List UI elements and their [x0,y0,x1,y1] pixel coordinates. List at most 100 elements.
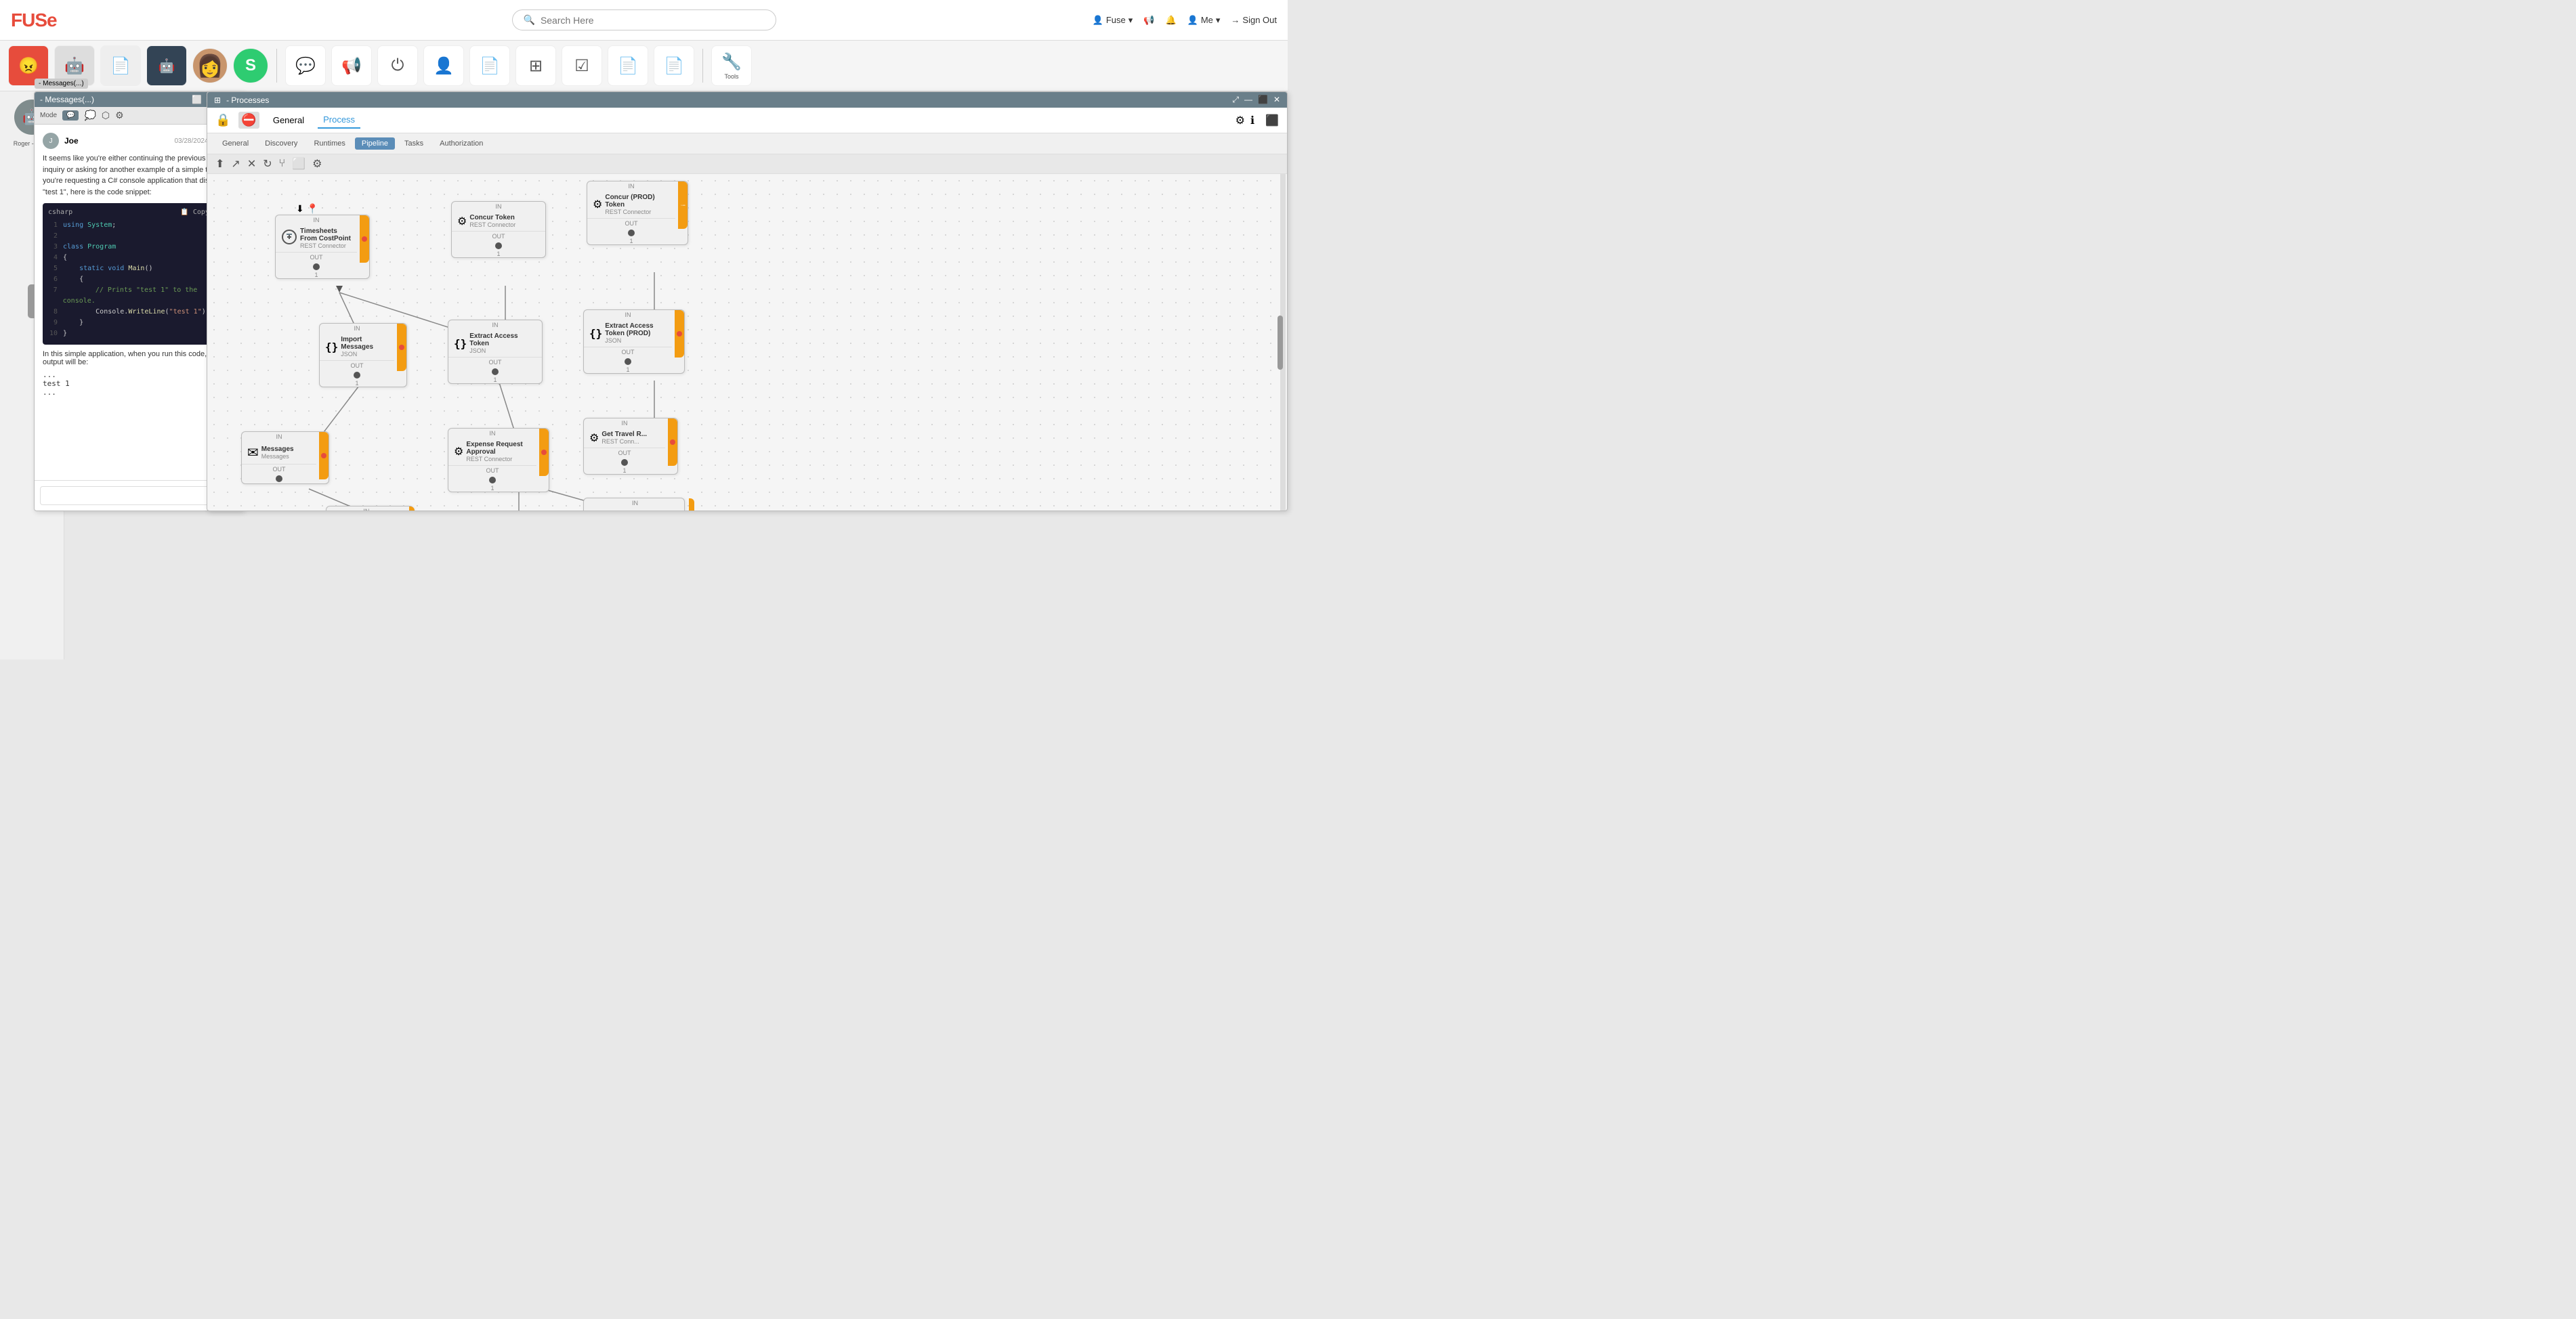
proc-window-icon[interactable]: ⬜ [292,157,305,171]
node-concur-prod-token[interactable]: IN ⚙ Concur (PROD) Token REST Connector … [587,181,688,245]
proc-toolbar: ⬆ ↗ ✕ ↻ ⑂ ⬜ ⚙ [207,154,1287,174]
proc-subtab-pipeline[interactable]: Pipeline [355,137,395,150]
proc-close-icon[interactable]: ✕ [1273,95,1280,105]
settings-icon[interactable]: ⚙ [115,110,124,121]
chevron-down-icon: ▾ [1128,15,1133,26]
doc4-icon: 📄 [664,56,684,76]
node-import-messages[interactable]: IN {} Import Messages JSON OUT 1 [319,323,407,387]
topbar-right: 👤 Fuse ▾ 📢 🔔 👤 Me ▾ → Sign Out [1093,15,1277,26]
side-scroll-handle[interactable] [28,284,35,318]
avatar-strip: 😠 🤖 📄 🤖 👩 S 💬 📢 ⏻ 👤 📄 ⊞ ☑ 📄 📄 🔧 [0,41,1288,91]
proc-tab-general[interactable]: General [268,112,310,128]
process-window: ⊞ - Processes ⤢ — ⬛ ✕ 🔒 ⛔ General Proces… [207,91,1288,511]
sign-out-button[interactable]: → Sign Out [1231,15,1277,25]
proc-subtab-general[interactable]: General [215,137,255,150]
avatar-doc2[interactable]: 📄 [469,45,510,86]
proc-gear-icon[interactable]: ⚙ [312,157,322,171]
logo-fus: FUS [11,9,47,30]
proc-header: 🔒 ⛔ General Process ⚙ ℹ ⬛ [207,108,1287,133]
proc-fork-icon[interactable]: ⑂ [279,158,286,170]
doc2-icon: 📄 [480,56,500,76]
network-icon[interactable]: ⬡ [102,110,110,121]
proc-info-icon[interactable]: ℹ [1250,114,1254,127]
ai-face-icon: 🤖 [159,58,175,74]
node-extract-access-token-prod[interactable]: IN {} Extract Access Token (PROD) JSON O… [583,309,685,374]
node-transformations-prod[interactable]: IN {} Transformations(PRO... JSON OUT 1 [583,498,685,511]
chat-mode-icon[interactable]: 💬 [62,110,79,121]
proc-subtab-discovery[interactable]: Discovery [258,137,304,150]
doc3-icon: 📄 [618,56,638,76]
chat-input[interactable] [40,486,225,505]
avatar-megaphone[interactable]: 📢 [331,45,372,86]
avatar-speech-bubble[interactable]: 💬 [285,45,326,86]
proc-import-icon[interactable]: ⬆ [215,157,224,171]
power-icon: ⏻ [392,56,404,75]
pipeline-canvas: IN Timesheets From [207,174,1287,511]
proc-settings-icon[interactable]: ⚙ [1236,114,1245,127]
checklist-icon: ☑ [574,56,589,76]
person-photo-icon: 👩 [196,53,224,79]
scrollbar-thumb[interactable] [1278,316,1283,370]
proc-subtab-runtimes[interactable]: Runtimes [307,137,352,150]
proc-subtab-authorization[interactable]: Authorization [433,137,490,150]
notification-icon[interactable]: 📢 [1143,15,1154,26]
search-bar[interactable]: 🔍 [512,9,776,30]
proc-tab-process[interactable]: Process [318,112,360,129]
proc-minimize-icon[interactable]: — [1244,95,1252,105]
node-get-travel[interactable]: IN ⚙ Get Travel R... REST Conn... OUT 1 [583,418,678,475]
avatar-person-photo[interactable]: 👩 [192,48,228,83]
node-concur-token[interactable]: IN ⚙ Concur Token REST Connector OUT 1 [451,201,546,258]
proc-lock-icon[interactable]: 🔒 [215,113,230,127]
avatar-checklist[interactable]: ☑ [562,45,602,86]
timesheets-node-icon [281,229,297,248]
proc-restore-icon[interactable]: ⬛ [1258,95,1268,105]
me-menu[interactable]: 👤 Me ▾ [1187,15,1221,26]
angry-face-icon: 😠 [18,56,39,76]
proc-title: - Processes [226,95,269,105]
avatar-power[interactable]: ⏻ [377,45,418,86]
avatar-doc3[interactable]: 📄 [608,45,648,86]
process-titlebar: ⊞ - Processes ⤢ — ⬛ ✕ [207,92,1287,108]
minimize-icon[interactable]: ⬜ [192,95,202,104]
search-input[interactable] [541,15,765,26]
avatar-person2[interactable]: 👤 [423,45,464,86]
bell-icon[interactable]: 🔔 [1165,15,1176,26]
joe-name: Joe [64,136,79,146]
green-s-letter: S [245,56,256,75]
avatar-ai-face[interactable]: 🤖 [146,45,187,86]
proc-close-x-icon[interactable]: ✕ [247,157,256,171]
proc-grid-icon: ⊞ [214,95,221,105]
joe-avatar: J [43,133,59,149]
search-icon: 🔍 [524,14,535,26]
node-timesheets[interactable]: IN Timesheets From [275,215,370,279]
avatar-table[interactable]: ⊞ [515,45,556,86]
node-extract-access-token[interactable]: IN {} Extract Access Token JSON OUT 1 [448,320,543,384]
chat-title: - Messages(...) [40,95,94,104]
mode-label: Mode [40,112,57,119]
proc-subtab-tasks[interactable]: Tasks [398,137,430,150]
proc-export-icon[interactable]: ↗ [231,157,240,171]
chevron-down-icon2: ▾ [1216,15,1221,26]
node-messages[interactable]: IN ✉ Messages Messages OUT [241,431,329,484]
document-icon: 📄 [110,56,131,76]
avatar-document[interactable]: 📄 [100,45,141,86]
person-icon: 👤 [1187,15,1198,26]
proc-fullscreen-icon[interactable]: ⬛ [1265,114,1279,127]
user-icon: 👤 [1093,15,1103,26]
proc-stop-icon[interactable]: ⛔ [238,112,259,129]
proc-expand-icon[interactable]: ⤢ [1232,95,1239,105]
proc-header-right: ⚙ ℹ ⬛ [1236,114,1279,127]
comment-icon[interactable]: 💭 [84,110,96,121]
node-expense-request[interactable]: IN ⚙ Expense Request Approval REST Conne… [448,428,549,492]
fuse-user-menu[interactable]: 👤 Fuse ▾ [1093,15,1133,26]
code-header: csharp 📋 Copy code [48,209,230,216]
avatar-wrench[interactable]: 🔧 Tools [711,45,752,86]
avatar-green-s[interactable]: S [233,48,268,83]
node-transformations[interactable]: IN {} Transformations JSON OUT [326,506,414,511]
app-logo: FUSe [11,9,57,31]
avatar-doc4[interactable]: 📄 [654,45,694,86]
megaphone-icon: 📢 [341,56,362,76]
topbar: FUSe 🔍 👤 Fuse ▾ 📢 🔔 👤 Me ▾ → Sign Out [0,0,1288,41]
robot-icon: 🤖 [64,56,85,76]
proc-refresh-icon[interactable]: ↻ [263,157,272,171]
